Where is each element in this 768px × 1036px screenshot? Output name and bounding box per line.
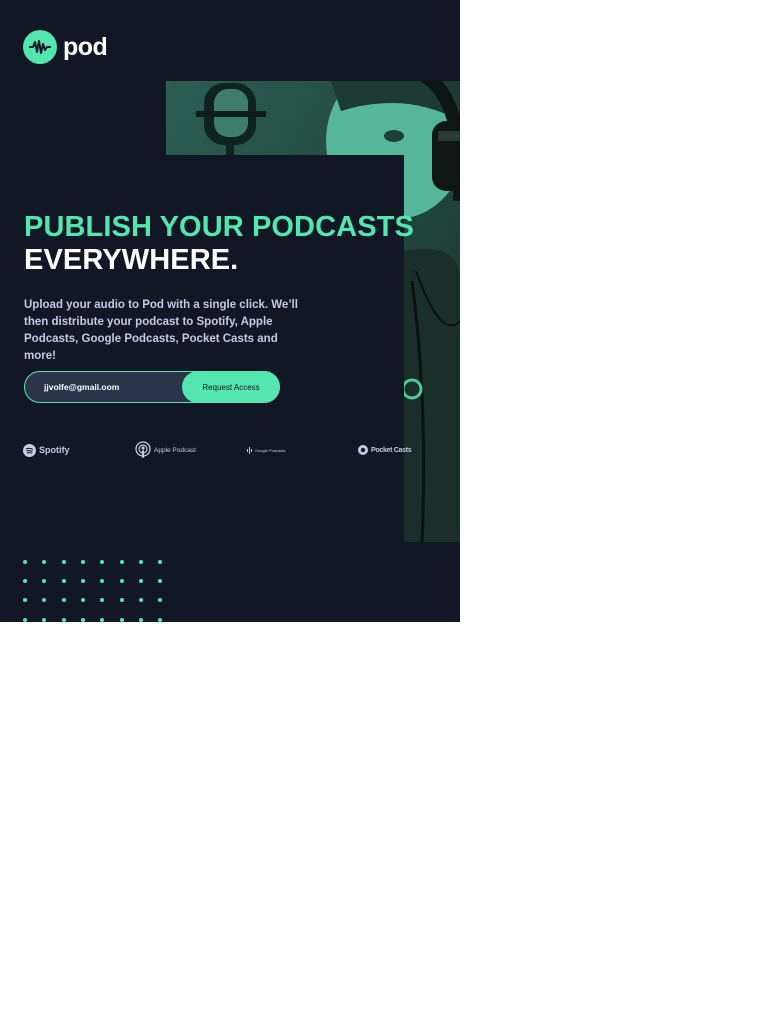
decorative-dot bbox=[61, 617, 66, 622]
decorative-dot bbox=[138, 617, 143, 622]
decorative-dot bbox=[119, 598, 124, 603]
request-access-button[interactable]: Request Access bbox=[182, 371, 280, 403]
spotify-icon bbox=[23, 443, 36, 457]
platform-name: Google Podcasts bbox=[255, 447, 286, 453]
landing-page: pod PUBLISH YOUR PODCASTS EVERYWHERE. Up… bbox=[0, 0, 460, 622]
pocket-casts-icon bbox=[358, 445, 368, 455]
decorative-dot bbox=[119, 617, 124, 622]
headline-line-2: EVERYWHERE. bbox=[24, 244, 239, 276]
platform-spotify: Spotify bbox=[23, 441, 70, 459]
decorative-dot bbox=[23, 617, 27, 622]
brand-logo[interactable]: pod bbox=[23, 30, 108, 64]
decorative-dot bbox=[138, 560, 143, 564]
platform-name: Pocket Casts bbox=[371, 446, 412, 454]
platform-name: Apple Podcast bbox=[154, 446, 196, 454]
decorative-dot bbox=[158, 617, 163, 622]
decorative-dot bbox=[23, 560, 27, 564]
decorative-dot bbox=[42, 617, 47, 622]
decorative-dot bbox=[119, 579, 124, 584]
platform-google-podcasts: Google Podcasts bbox=[246, 441, 285, 459]
decorative-dot bbox=[138, 579, 143, 584]
waveform-icon bbox=[23, 30, 57, 64]
decorative-dot bbox=[61, 560, 66, 564]
headline-line-1: PUBLISH YOUR PODCASTS bbox=[24, 211, 414, 243]
email-field[interactable] bbox=[25, 372, 195, 402]
decorative-dot bbox=[100, 617, 105, 622]
decorative-dot bbox=[119, 560, 124, 564]
platform-pocket-casts: Pocket Casts bbox=[358, 441, 412, 459]
decorative-dot bbox=[80, 560, 85, 564]
decorative-dot bbox=[80, 617, 85, 622]
decorative-dot bbox=[61, 579, 66, 584]
hero-description: Upload your audio to Pod with a single c… bbox=[24, 299, 298, 362]
google-podcasts-icon bbox=[247, 446, 252, 454]
platform-apple-podcast: Apple Podcast bbox=[135, 441, 196, 459]
access-form: Request Access bbox=[24, 371, 280, 403]
brand-name: pod bbox=[63, 32, 108, 61]
page-title: PUBLISH YOUR PODCASTS EVERYWHERE. bbox=[24, 211, 414, 277]
apple-podcast-icon bbox=[135, 441, 151, 458]
platform-name: Spotify bbox=[39, 445, 70, 455]
